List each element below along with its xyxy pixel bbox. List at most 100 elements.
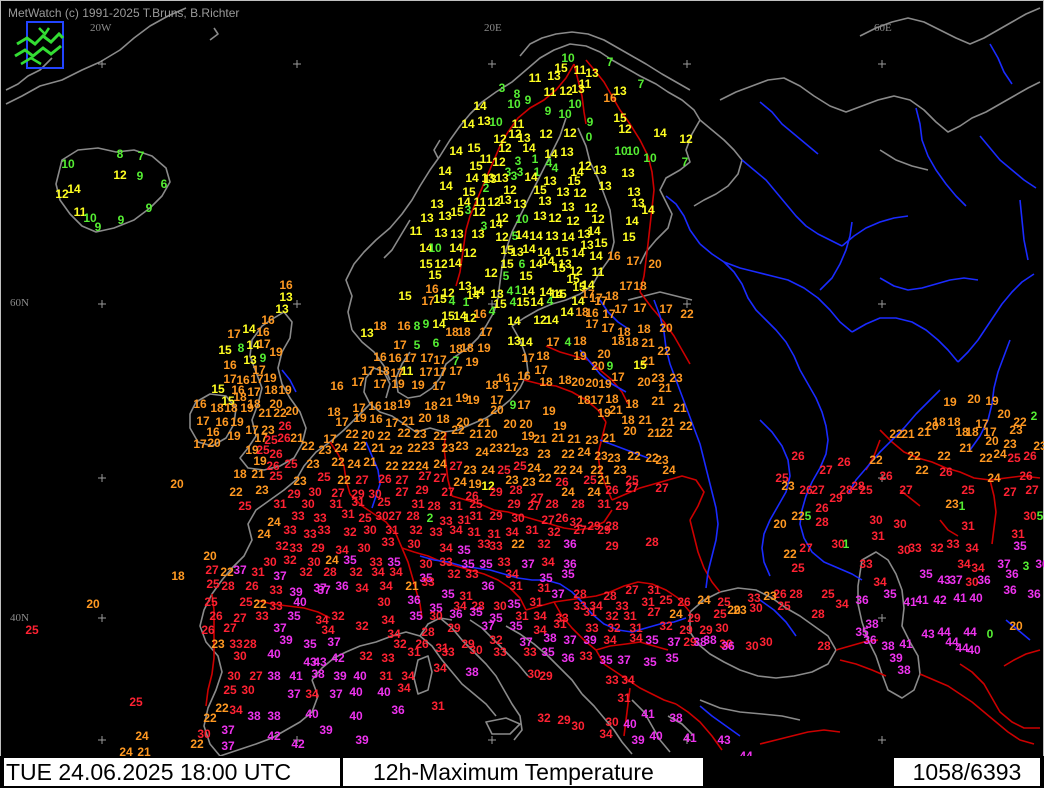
- station-temp-label: 38: [247, 709, 261, 723]
- station-temp-label: 18: [577, 393, 591, 407]
- station-temp-label: 13: [547, 69, 561, 83]
- station-temp-label: 35: [303, 637, 317, 651]
- station-temp-label: 17: [590, 393, 604, 407]
- station-temp-label: 20: [637, 375, 651, 389]
- station-temp-label: 14: [561, 230, 575, 244]
- station-temp-label: 14: [242, 322, 256, 336]
- station-temp-label: 21: [371, 441, 385, 455]
- station-temp-label: 35: [1013, 539, 1027, 553]
- station-temp-label: 35: [643, 655, 657, 669]
- map-canvas: 108 712 961214911109 910 7715 111311 13113 8 11 1…: [0, 0, 1044, 788]
- station-temp-label: 31: [341, 507, 355, 521]
- station-temp-label: 24: [347, 457, 361, 471]
- station-temp-label: 30: [571, 719, 585, 733]
- station-temp-label: 31: [273, 497, 287, 511]
- station-temp-label: 13: [360, 326, 374, 340]
- station-temp-label: 20: [490, 403, 504, 417]
- station-temp-label: 21: [469, 427, 483, 441]
- station-temp-label: 12: [472, 205, 486, 219]
- station-temp-label: 29: [311, 541, 325, 555]
- station-temp-label: 30: [869, 513, 883, 527]
- station-temp-label: 14: [489, 217, 503, 231]
- station-temp-label: 32: [331, 609, 345, 623]
- station-temp-label: 16: [388, 351, 402, 365]
- station-temp-label: 25: [377, 495, 391, 509]
- station-temp-label: 43: [717, 733, 731, 747]
- station-temp-label: 22: [869, 453, 883, 467]
- station-temp-label: 28: [817, 639, 831, 653]
- station-temp-label: 20: [203, 549, 217, 563]
- station-temp-label: 14: [519, 335, 533, 349]
- station-temp-label: 31: [379, 669, 393, 683]
- station-temp-label: 22: [301, 439, 315, 453]
- station-temp-label: 34: [629, 631, 643, 645]
- station-temp-label: 34: [433, 661, 447, 675]
- station-temp-label: 14: [449, 144, 463, 158]
- station-temp-label: 17: [602, 307, 616, 321]
- station-temp-label: 34: [621, 673, 635, 687]
- station-temp-label: 19: [411, 378, 425, 392]
- station-temp-label: 17: [546, 335, 560, 349]
- station-temp-label: 3: [1023, 559, 1030, 573]
- station-temp-label: 15: [218, 343, 232, 357]
- station-temp-label: 10: [507, 97, 521, 111]
- station-temp-label: 40: [967, 643, 981, 657]
- station-temp-label: 16: [473, 307, 487, 321]
- station-temp-label: 29: [489, 509, 503, 523]
- station-temp-label: 15: [622, 230, 636, 244]
- station-temp-label: 38: [669, 711, 683, 725]
- station-temp-label: 36: [407, 593, 421, 607]
- station-temp-label: 36: [1035, 557, 1044, 571]
- station-temp-label: 19: [598, 377, 612, 391]
- station-temp-label: 17: [619, 279, 633, 293]
- station-temp-label: 16: [369, 412, 383, 426]
- station-temp-label: 25: [513, 459, 527, 473]
- station-temp-label: 34: [305, 687, 319, 701]
- station-temp-label: 10: [626, 144, 640, 158]
- station-temp-label: 25: [239, 595, 253, 609]
- station-temp-label: 22: [407, 441, 421, 455]
- station-temp-label: 27: [899, 483, 913, 497]
- station-temp-label: 22: [220, 565, 234, 579]
- station-temp-label: 28: [406, 509, 420, 523]
- coast-sardinia: [413, 655, 433, 695]
- station-temp-label: 32: [537, 711, 551, 725]
- station-temp-label: 20: [207, 436, 221, 450]
- station-temp-label: 18: [264, 383, 278, 397]
- station-temp-label: 17: [585, 317, 599, 331]
- station-temp-label: 18: [460, 341, 474, 355]
- station-temp-label: 18: [373, 319, 387, 333]
- station-temp-label: 22: [679, 419, 693, 433]
- station-temp-label: 29: [597, 523, 611, 537]
- station-temp-label: 22: [451, 423, 465, 437]
- station-temp-label: 20: [727, 603, 741, 617]
- station-temp-label: 23: [255, 483, 269, 497]
- station-temp-label: 12: [495, 230, 509, 244]
- station-temp-label: 14: [560, 305, 574, 319]
- station-temp-label: 30: [263, 555, 277, 569]
- station-temp-label: 40: [349, 709, 363, 723]
- station-temp-label: 22: [783, 547, 797, 561]
- station-temp-label: 37: [221, 723, 235, 737]
- station-temp-label: 25: [961, 483, 975, 497]
- station-temp-label: 18: [558, 373, 572, 387]
- station-temp-label: 37: [317, 583, 331, 597]
- station-temp-label: 2: [427, 511, 434, 525]
- station-temp-label: 31: [871, 529, 885, 543]
- station-temp-label: 37: [221, 739, 235, 753]
- station-temp-label: 38: [693, 635, 707, 649]
- station-temp-label: 33: [523, 645, 537, 659]
- station-temp-label: 30: [227, 669, 241, 683]
- station-temp-label: 16: [368, 399, 382, 413]
- station-temp-label: 27: [647, 605, 661, 619]
- station-temp-label: 4: [489, 304, 496, 318]
- station-temp-label: 29: [829, 491, 843, 505]
- station-temp-label: 31: [597, 497, 611, 511]
- station-temp-label: 36: [563, 537, 577, 551]
- station-temp-label: 16: [397, 319, 411, 333]
- station-temp-label: 17: [351, 375, 365, 389]
- station-temp-label: 10: [568, 97, 582, 111]
- station-temp-label: 17: [633, 301, 647, 315]
- station-temp-label: 16: [330, 379, 344, 393]
- station-temp-label: 24: [987, 471, 1001, 485]
